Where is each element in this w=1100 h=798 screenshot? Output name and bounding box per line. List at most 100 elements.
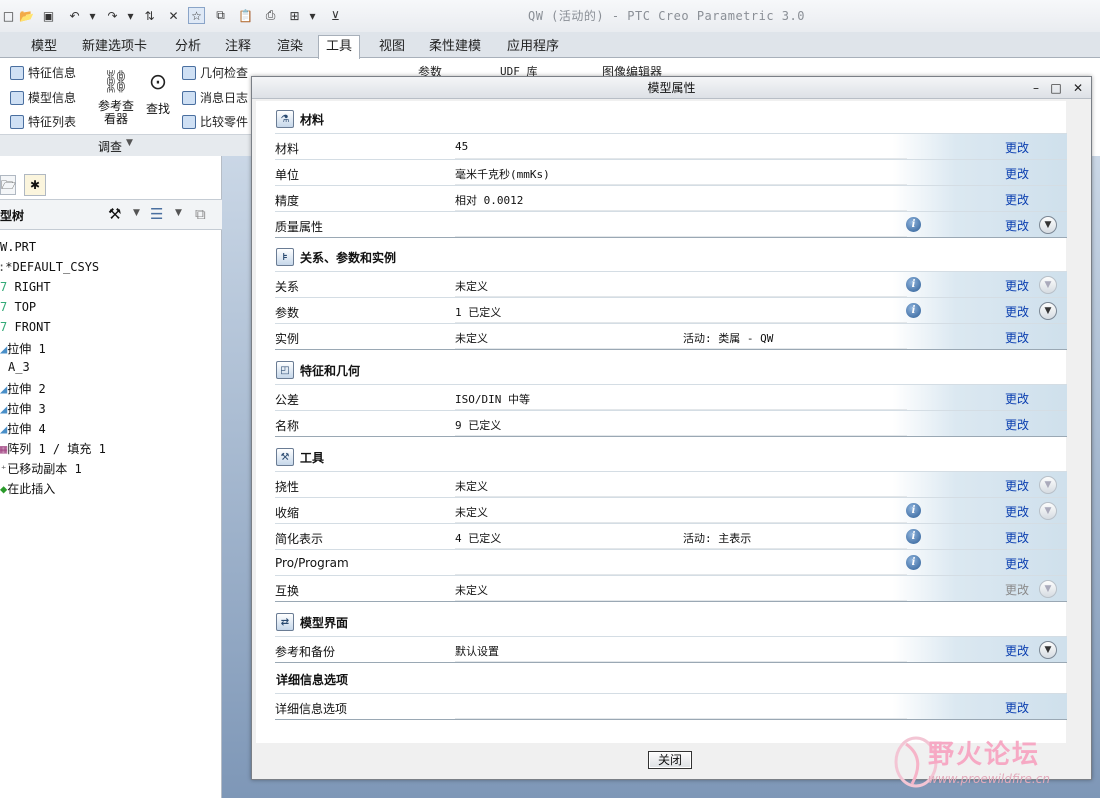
expand-chevron-icon[interactable]: ▼ [1039, 502, 1057, 520]
tree-item-plane-right[interactable]: 7 RIGHT [0, 280, 51, 294]
geometry-check-icon [182, 65, 196, 80]
tree-item-pattern[interactable]: ▦阵列 1 / 填充 1 [0, 440, 106, 457]
expand-chevron-icon[interactable]: ▼ [1039, 302, 1057, 320]
regenerate-icon[interactable]: ⇅ [141, 7, 158, 24]
model-tree-tab-icon[interactable]: 🗁 [0, 175, 16, 195]
switch-window-icon[interactable]: ⧉ [212, 7, 229, 24]
expand-chevron-icon[interactable]: ▼ [1039, 641, 1057, 659]
minimize-icon[interactable]: – [1028, 80, 1044, 96]
tree-item-extrude-1[interactable]: ◢拉伸 1 [0, 340, 46, 357]
undo-dropdown-icon[interactable]: ▾ [84, 7, 101, 24]
info-icon[interactable]: i [906, 217, 921, 232]
quick-access-toolbar: □ 📂 ▣ ↶ ▾ ↷ ▾ ⇅ ✕ ☆ ⧉ 📋 ⎙ ⊞ ▾ ⊻ QW (活动的)… [0, 0, 1100, 32]
compare-part-button[interactable]: 比较零件 [182, 113, 248, 130]
property-label: 详细信息选项 [275, 702, 348, 716]
info-icon[interactable]: i [906, 555, 921, 570]
change-link[interactable]: 更改 [1005, 477, 1029, 494]
info-icon[interactable]: i [906, 303, 921, 318]
change-link[interactable]: 更改 [1005, 277, 1029, 294]
change-link[interactable]: 更改 [1005, 303, 1029, 320]
find-button[interactable]: ⊙ 查找 [142, 66, 174, 126]
feature-info-button[interactable]: 特征信息 [10, 64, 76, 81]
tab-render[interactable]: 渲染 [270, 36, 310, 58]
change-link[interactable]: 更改 [1005, 503, 1029, 520]
tree-item-plane-top[interactable]: 7 TOP [0, 300, 36, 314]
ribbon-group-investigate[interactable]: 调查 ▼ [0, 134, 252, 156]
change-link[interactable]: 更改 [1005, 699, 1029, 716]
change-link[interactable]: 更改 [1005, 390, 1029, 407]
tree-columns-icon[interactable]: ☰ [150, 205, 163, 223]
tab-analysis[interactable]: 分析 [168, 36, 208, 58]
expand-chevron-icon[interactable]: ▼ [1039, 476, 1057, 494]
change-link[interactable]: 更改 [1005, 191, 1029, 208]
tree-item-axis[interactable]: A_3 [8, 360, 30, 374]
expand-chevron-icon[interactable]: ▼ [1039, 580, 1057, 598]
close-icon[interactable]: ✕ [1070, 80, 1086, 96]
geometry-check-button[interactable]: 几何检查 [182, 64, 248, 81]
expand-chevron-icon[interactable]: ▼ [1039, 216, 1057, 234]
tree-settings-dropdown-icon[interactable]: ▼ [133, 208, 140, 218]
message-log-button[interactable]: 消息日志 [182, 89, 248, 106]
tree-filter-icon[interactable]: ⧉ [195, 205, 206, 223]
tree-settings-icon[interactable]: ⚒ [108, 205, 121, 223]
tree-item-part[interactable]: W.PRT [0, 240, 36, 254]
ref-viewer-button[interactable]: ⛓ 参考查看器 [98, 66, 134, 132]
tree-item-insert-here[interactable]: ◆在此插入 [0, 480, 55, 497]
maximize-icon[interactable]: □ [1048, 80, 1064, 96]
tab-tools[interactable]: 工具 [318, 35, 361, 59]
tree-item-moved-copy[interactable]: ⁺已移动副本 1 [0, 460, 82, 477]
tree-item-extrude-3[interactable]: ◢拉伸 3 [0, 400, 46, 417]
tree-item-extrude-2[interactable]: ◢拉伸 2 [0, 380, 46, 397]
change-link[interactable]: 更改 [1005, 165, 1029, 182]
tab-flexible-modeling[interactable]: 柔性建模 [422, 36, 488, 58]
section-divider [275, 601, 1067, 602]
change-link[interactable]: 更改 [1005, 555, 1029, 572]
customize-qat-icon[interactable]: ⊻ [327, 7, 344, 24]
redo-dropdown-icon[interactable]: ▾ [122, 7, 139, 24]
tab-view[interactable]: 视图 [372, 36, 412, 58]
windows-dropdown-icon[interactable]: ▾ [304, 7, 321, 24]
dialog-scrollbar[interactable] [1068, 101, 1088, 743]
info-icon[interactable]: i [906, 529, 921, 544]
feature-list-button[interactable]: 特征列表 [10, 113, 76, 130]
tab-annotate[interactable]: 注释 [218, 36, 258, 58]
save-icon[interactable]: ▣ [40, 7, 57, 24]
dialog-titlebar: 模型属性 – □ ✕ [252, 77, 1091, 99]
close-button[interactable]: 关闭 [648, 751, 692, 769]
toggle-icon[interactable]: ☆ [188, 7, 205, 24]
folder-browser-tab-icon[interactable]: ✱ [24, 174, 46, 196]
open-folder-icon[interactable]: 📂 [18, 7, 35, 24]
info-icon[interactable]: i [906, 277, 921, 292]
expand-chevron-icon[interactable]: ▼ [1039, 276, 1057, 294]
redo-icon[interactable]: ↷ [104, 7, 121, 24]
windows-icon[interactable]: ⊞ [286, 7, 303, 24]
change-link[interactable]: 更改 [1005, 329, 1029, 346]
section-header: ◰ 特征和几何 [276, 358, 360, 382]
tab-file[interactable] [0, 36, 16, 58]
tree-item-extrude-4[interactable]: ◢拉伸 4 [0, 420, 46, 437]
tree-columns-dropdown-icon[interactable]: ▼ [175, 208, 182, 218]
change-link[interactable]: 更改 [1005, 529, 1029, 546]
tree-item-plane-front[interactable]: 7 FRONT [0, 320, 51, 334]
undo-icon[interactable]: ↶ [66, 7, 83, 24]
property-value: 9 已定义 [455, 419, 502, 432]
close-window-icon[interactable]: ✕ [165, 7, 182, 24]
property-label: 参考和备份 [275, 645, 336, 659]
info-icon[interactable]: i [906, 503, 921, 518]
property-row: 简化表示 4 已定义 活动: 主表示 i 更改 [275, 523, 1067, 549]
group-dropdown-icon: ▼ [126, 138, 133, 148]
change-link[interactable]: 更改 [1005, 642, 1029, 659]
tab-model[interactable]: 模型 [24, 36, 64, 58]
print-icon[interactable]: ⎙ [262, 7, 279, 24]
change-link[interactable]: 更改 [1005, 581, 1029, 598]
change-link[interactable]: 更改 [1005, 139, 1029, 156]
tab-applications[interactable]: 应用程序 [500, 36, 566, 58]
change-link[interactable]: 更改 [1005, 416, 1029, 433]
tab-new[interactable]: 新建选项卡 [75, 36, 154, 58]
new-file-icon[interactable]: □ [0, 7, 17, 24]
model-info-button[interactable]: 模型信息 [10, 89, 76, 106]
change-link[interactable]: 更改 [1005, 217, 1029, 234]
paste-icon[interactable]: 📋 [237, 7, 254, 24]
tree-item-csys[interactable]: :*DEFAULT_CSYS [0, 260, 99, 274]
property-label: 关系 [275, 280, 300, 294]
